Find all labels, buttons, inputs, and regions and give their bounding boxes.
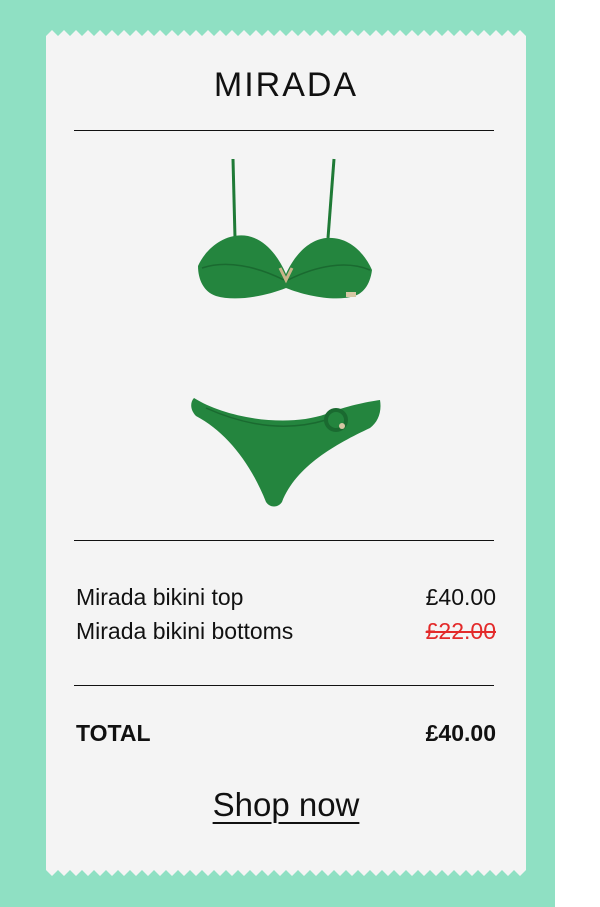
divider-top <box>74 130 494 131</box>
total-row: TOTAL £40.00 <box>76 720 496 747</box>
item-price: £40.00 <box>425 584 496 610</box>
shop-now-link[interactable]: Shop now <box>213 786 360 823</box>
divider-middle <box>74 540 494 541</box>
line-items: Mirada bikini top £40.00 Mirada bikini b… <box>76 580 496 648</box>
shop-now-container: Shop now <box>46 786 526 824</box>
item-name[interactable]: Mirada bikini top <box>76 580 243 614</box>
line-item: Mirada bikini bottoms £22.00 <box>76 614 496 648</box>
bikini-product-image[interactable] <box>186 156 386 516</box>
divider-bottom <box>74 685 494 686</box>
item-price-struck: £22.00 <box>425 618 496 644</box>
total-label: TOTAL <box>76 720 151 746</box>
receipt-bottom-edge <box>46 870 526 878</box>
item-name[interactable]: Mirada bikini bottoms <box>76 614 293 648</box>
receipt-card: MIRADA Mirada bikini top £40.00 Mirada b… <box>46 28 526 878</box>
receipt-top-edge <box>46 28 526 36</box>
brand-title: MIRADA <box>213 66 359 104</box>
bikini-bottom-icon <box>191 398 381 507</box>
bikini-top-icon <box>198 158 372 299</box>
total-value: £40.00 <box>425 720 496 746</box>
line-item: Mirada bikini top £40.00 <box>76 580 496 614</box>
